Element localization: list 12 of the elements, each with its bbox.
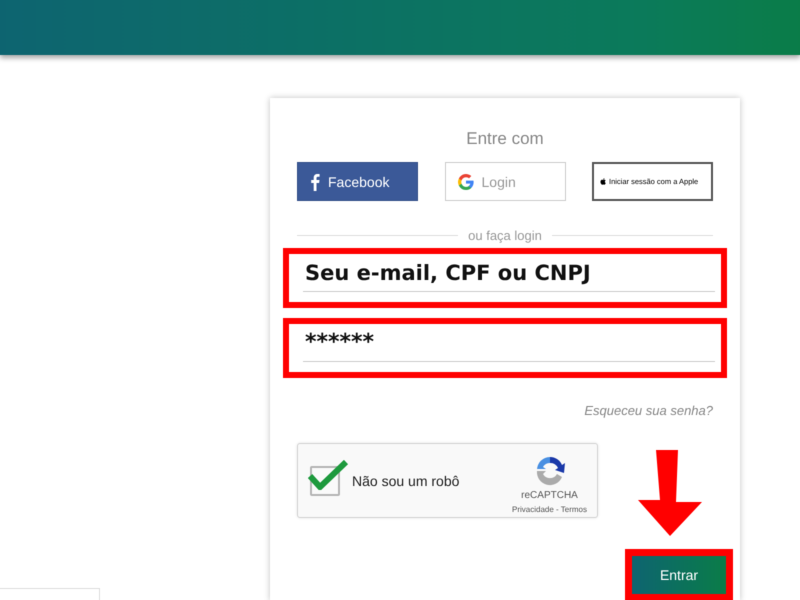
apple-icon: [600, 178, 606, 185]
submit-button[interactable]: Entrar: [632, 556, 726, 594]
heading: Entre com: [465, 128, 545, 150]
facebook-icon: [310, 172, 320, 190]
google-icon: [458, 174, 474, 190]
divider-label: ou faça login: [468, 228, 542, 242]
captcha-label: Não sou um robô: [352, 472, 460, 488]
facebook-button[interactable]: Facebook: [297, 162, 418, 201]
captcha-links[interactable]: Privacidade - Termos: [512, 504, 587, 514]
forgot-password-link[interactable]: Esqueceu sua senha?: [584, 403, 713, 418]
captcha-brand: reCAPTCHA: [521, 490, 578, 500]
check-icon: [308, 460, 348, 490]
